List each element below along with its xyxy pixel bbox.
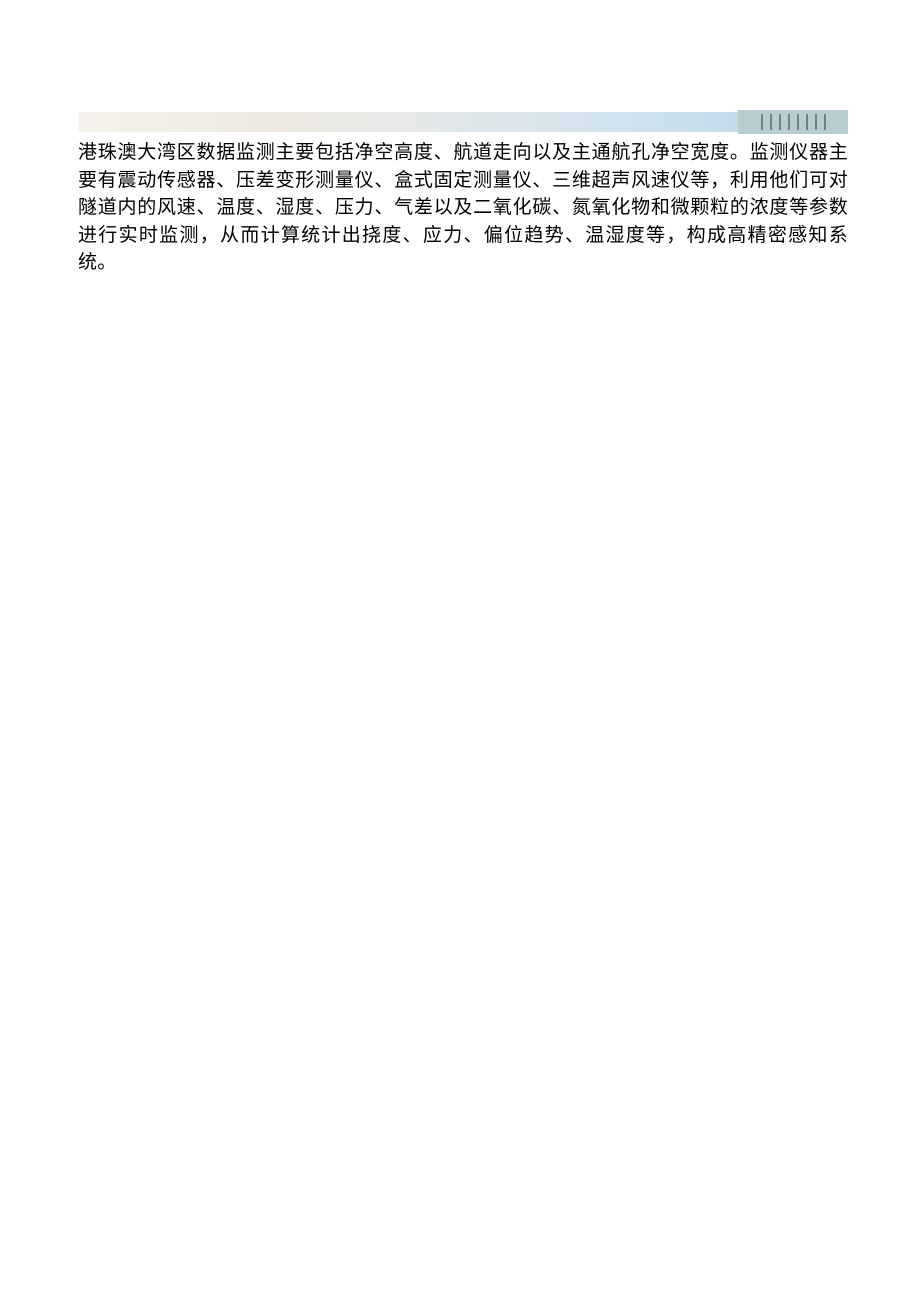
barcode-decoration (738, 110, 848, 134)
barcode-line (806, 114, 808, 130)
barcode-line (779, 114, 781, 130)
document-body-text: 港珠澳大湾区数据监测主要包括净空高度、航道走向以及主通航孔净空宽度。监测仪器主要… (78, 139, 848, 277)
header-decorative-band (78, 112, 848, 132)
barcode-line (815, 114, 817, 130)
barcode-line (761, 114, 763, 130)
barcode-line (797, 114, 799, 130)
barcode-line (788, 114, 790, 130)
barcode-line (770, 114, 772, 130)
barcode-line (824, 114, 826, 130)
